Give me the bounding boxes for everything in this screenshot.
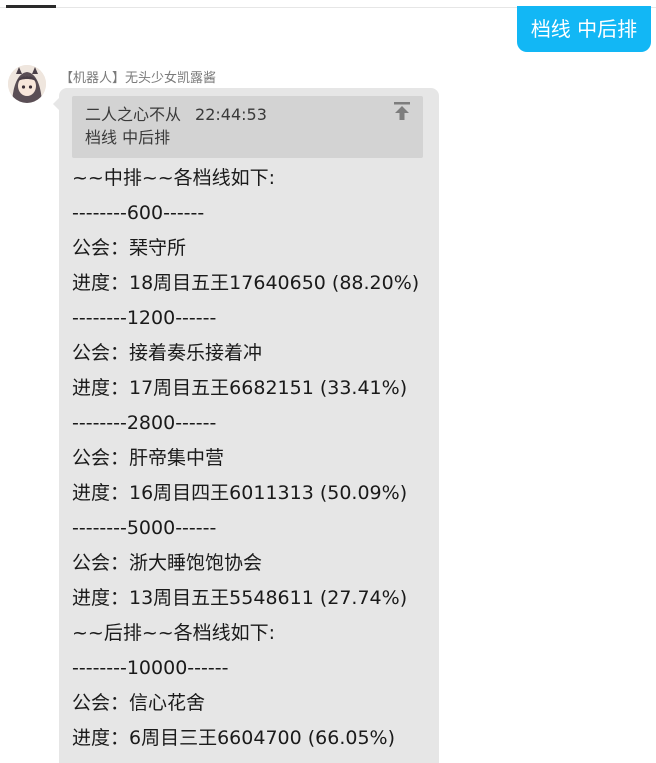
message-line: --------1200------	[72, 307, 217, 329]
quote-time: 22:44:53	[195, 105, 267, 124]
message-line: --------600------	[72, 202, 205, 224]
jump-to-top-icon[interactable]	[393, 101, 411, 121]
outgoing-message-bubble[interactable]: 档线 中后排	[517, 6, 651, 52]
message-line: 进度：13周目五王5548611 (27.74%)	[72, 587, 408, 609]
message-line: 公会：肝帝集中营	[72, 447, 225, 469]
message-line: 公会：琹守所	[72, 237, 187, 259]
message-line: --------2800------	[72, 412, 217, 434]
avatar[interactable]	[8, 65, 46, 103]
message-line: 进度：16周目四王6011313 (50.09%)	[72, 482, 408, 504]
quote-text: 档线 中后排	[85, 128, 171, 147]
message-line: 公会：接着奏乐接着冲	[72, 342, 263, 364]
message-line: 进度：18周目五王17640650 (88.20%)	[72, 272, 420, 294]
message-line: 进度：6周目三王6604700 (66.05%)	[72, 727, 396, 749]
message-line: 公会：浙大睡饱饱协会	[72, 552, 263, 574]
avatar-image	[8, 65, 46, 103]
message-line: ~~后排~~各档线如下:	[72, 622, 276, 644]
sender-name[interactable]: 【机器人】无头少女凯露酱	[60, 67, 216, 86]
message-line: --------10000------	[72, 657, 229, 679]
quote-meta: 二人之心不从 22:44:53	[85, 101, 267, 125]
top-tab-indicator	[6, 5, 56, 8]
message-line: ~~中排~~各档线如下:	[72, 167, 276, 189]
message-line: --------5000------	[72, 517, 217, 539]
quote-author: 二人之心不从	[85, 105, 182, 124]
message-line: 进度：17周目五王6682151 (33.41%)	[72, 377, 408, 399]
chat-window: 档线 中后排 【机器人】无头少女凯露酱 二人之心不从 22:44:53 档线 中后…	[0, 0, 656, 763]
quoted-message[interactable]: 二人之心不从 22:44:53 档线 中后排	[72, 96, 423, 158]
message-line: 公会：信心花舍	[72, 692, 206, 714]
